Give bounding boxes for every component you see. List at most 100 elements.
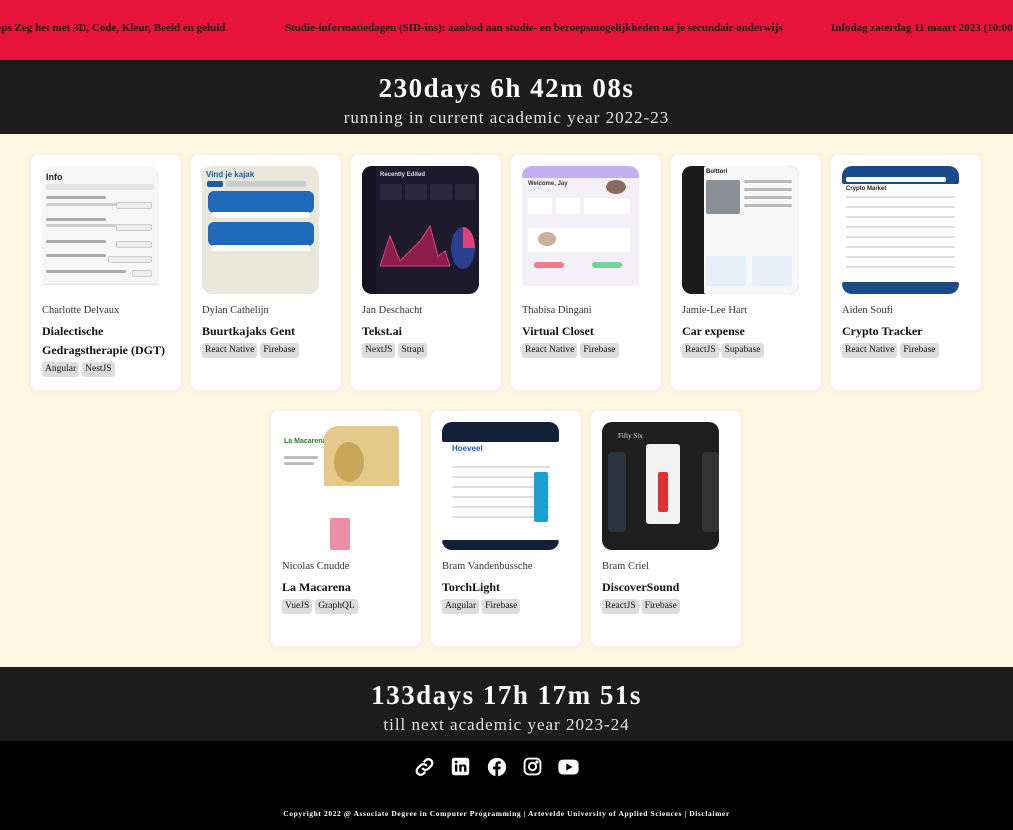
link-icon[interactable] — [414, 756, 435, 777]
youtube-icon[interactable] — [558, 756, 579, 777]
project-title[interactable]: DiscoverSound ReactJS Firebase — [602, 578, 736, 614]
tech-tag: Supabase — [721, 343, 764, 358]
tech-tag: Firebase — [260, 343, 299, 358]
project-screenshot: Crypto Market — [842, 166, 959, 294]
screenshot-caption: La Macarena — [284, 438, 327, 445]
tech-tags: React Native Firebase — [522, 343, 656, 358]
student-name: Nicolas Cnudde — [282, 561, 350, 572]
screenshot-caption: Fifty Six — [618, 432, 643, 440]
project-card[interactable]: La Macarena Nicolas Cnudde La Macarena V… — [271, 411, 421, 646]
project-card[interactable]: Recently Edited Jan Deschacht Tekst.ai N… — [351, 155, 501, 390]
student-name: Charlotte Delvaux — [42, 305, 120, 316]
tech-tag: React Native — [522, 343, 578, 358]
tech-tag: Angular — [42, 362, 80, 377]
project-title[interactable]: Dialectische Gedragstherapie (DGT) Angul… — [42, 322, 176, 377]
project-card[interactable]: Bolttori Jamie-Lee Hart Car expense Reac… — [671, 155, 821, 390]
project-title-text: Car expense — [682, 324, 745, 338]
screenshot-caption: Hoeveel — [452, 444, 483, 453]
project-screenshot: Vind je kajak — [202, 166, 319, 294]
project-card[interactable]: Hoeveel Bram Vandenbussche TorchLight An… — [431, 411, 581, 646]
student-name: Thabisa Dingani — [522, 305, 592, 316]
project-title-text: DiscoverSound — [602, 580, 680, 594]
screenshot-caption: Crypto Market — [846, 186, 887, 192]
student-name: Dylan Cathelijn — [202, 305, 269, 316]
project-title[interactable]: TorchLight Angular Firebase — [442, 578, 576, 614]
next-year-countdown: 133days 17h 17m 51s till next academic y… — [0, 667, 1013, 741]
tech-tag: NestJS — [82, 362, 115, 377]
tech-tag: Firebase — [900, 343, 939, 358]
project-title-text: Buurtkajaks Gent — [202, 324, 296, 338]
project-grid: Info Charlotte Delvaux Dialectische Gedr… — [0, 134, 1013, 667]
tech-tags: NextJS Strapi — [362, 343, 496, 358]
tech-tag: Firebase — [482, 599, 521, 614]
current-year-countdown: 230days 6h 42m 08s running in current ac… — [0, 60, 1013, 134]
project-screenshot: Fifty Six — [602, 422, 719, 550]
tech-tag: Strapi — [398, 343, 428, 358]
ticker-item[interactable]: ops Zeg het met 3D, Code, Kleur, Beeld e… — [0, 22, 225, 34]
student-name: Bram Vandenbussche — [442, 561, 533, 572]
countdown-value: 230days 6h 42m 08s — [378, 73, 635, 103]
project-title-text: La Macarena — [282, 580, 351, 594]
tech-tag: Firebase — [641, 599, 680, 614]
project-screenshot: Recently Edited — [362, 166, 479, 294]
tech-tag: Angular — [442, 599, 480, 614]
project-title[interactable]: Buurtkajaks Gent React Native Firebase — [202, 322, 336, 358]
project-screenshot: Welcome, Jay — [522, 166, 639, 294]
student-name: Aiden Soufi — [842, 305, 894, 316]
project-card[interactable]: Info Charlotte Delvaux Dialectische Gedr… — [31, 155, 181, 390]
instagram-icon[interactable] — [522, 756, 543, 777]
tech-tags: ReactJS Supabase — [682, 343, 816, 358]
screenshot-caption: Vind je kajak — [206, 170, 255, 179]
project-title-text: TorchLight — [442, 580, 501, 594]
countdown-label: running in current academic year 2022-23 — [343, 108, 670, 127]
project-title-text: Virtual Closet — [522, 324, 594, 338]
tech-tags: Angular NestJS — [42, 362, 176, 377]
project-title[interactable]: Tekst.ai NextJS Strapi — [362, 322, 496, 358]
copyright-text: Copyright 2022 @ Associate Degree in Com… — [283, 809, 730, 818]
student-name: Bram Criel — [602, 561, 649, 572]
tech-tags: React Native Firebase — [842, 343, 976, 358]
project-card[interactable]: Fifty Six Bram Criel DiscoverSound React… — [591, 411, 741, 646]
screenshot-caption: Bolttori — [706, 169, 728, 175]
facebook-icon[interactable] — [486, 756, 507, 777]
tech-tag: ReactJS — [682, 343, 719, 358]
project-title-text: Crypto Tracker — [842, 324, 923, 338]
tech-tags: React Native Firebase — [202, 343, 336, 358]
tech-tags: VueJS GraphQL — [282, 599, 416, 614]
project-card[interactable]: Crypto Market Aiden Soufi Crypto Tracker… — [831, 155, 981, 390]
countdown-value: 133days 17h 17m 51s — [371, 680, 642, 710]
screenshot-caption: Info — [46, 172, 63, 182]
tech-tags: Angular Firebase — [442, 599, 576, 614]
project-title[interactable]: La Macarena VueJS GraphQL — [282, 578, 416, 614]
project-screenshot: Info — [42, 166, 159, 294]
tech-tag: ReactJS — [602, 599, 639, 614]
footer: Copyright 2022 @ Associate Degree in Com… — [0, 741, 1013, 830]
project-title-text: Dialectische Gedragstherapie (DGT) — [42, 324, 165, 357]
student-name: Jamie-Lee Hart — [682, 305, 748, 316]
project-screenshot: Hoeveel — [442, 422, 559, 550]
tech-tag: VueJS — [282, 599, 313, 614]
ticker-item[interactable]: Infodag zaterdag 11 maart 2023 (10:00 t — [831, 22, 1013, 34]
ticker-item[interactable]: Studie-informatiedagen (SID-ins): aanbod… — [285, 22, 783, 34]
project-title-text: Tekst.ai — [362, 324, 402, 338]
project-card[interactable]: Welcome, Jay Thabisa Dingani Virtual Clo… — [511, 155, 661, 390]
tech-tag: React Native — [842, 343, 898, 358]
project-title[interactable]: Car expense ReactJS Supabase — [682, 322, 816, 358]
screenshot-caption: Welcome, Jay — [528, 181, 568, 187]
countdown-label: till next academic year 2023-24 — [383, 715, 630, 734]
tech-tag: GraphQL — [315, 599, 358, 614]
linkedin-icon[interactable] — [450, 756, 471, 777]
project-screenshot: La Macarena — [282, 422, 399, 550]
student-name: Jan Deschacht — [362, 305, 423, 316]
tech-tags: ReactJS Firebase — [602, 599, 736, 614]
tech-tag: React Native — [202, 343, 258, 358]
tech-tag: Firebase — [580, 343, 619, 358]
screenshot-caption: Recently Edited — [380, 172, 426, 178]
project-title[interactable]: Crypto Tracker React Native Firebase — [842, 322, 976, 358]
tech-tag: NextJS — [362, 343, 396, 358]
project-title[interactable]: Virtual Closet React Native Firebase — [522, 322, 656, 358]
news-ticker: ops Zeg het met 3D, Code, Kleur, Beeld e… — [0, 0, 1013, 60]
project-card[interactable]: Vind je kajak Dylan Cathelijn Buurtkajak… — [191, 155, 341, 390]
social-links — [414, 756, 579, 777]
project-screenshot: Bolttori — [682, 166, 799, 294]
